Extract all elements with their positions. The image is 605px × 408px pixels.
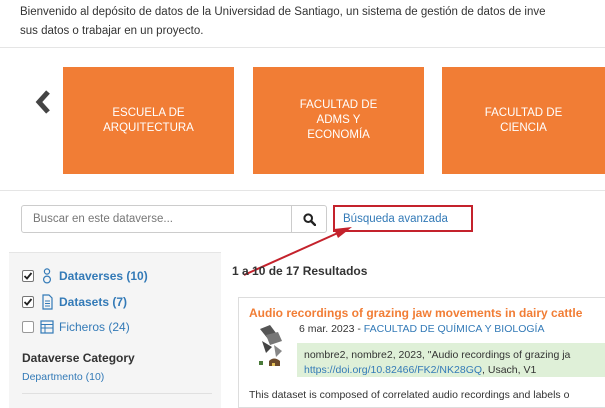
search-icon (302, 212, 316, 226)
result-card: Audio recordings of grazing jaw movement… (238, 297, 605, 408)
result-meta: 6 mar. 2023 - FACULTAD DE QUÍMICA Y BIOL… (299, 323, 544, 335)
facet-label: Ficheros (24) (59, 320, 130, 334)
search-input[interactable] (21, 205, 292, 233)
divider (0, 190, 605, 191)
results-count: 1 a 10 de 17 Resultados (232, 264, 368, 278)
tile-label: FACULTAD DE CIENCIA (484, 106, 563, 134)
dataset-thumbnail (259, 325, 282, 366)
facet-files[interactable]: Ficheros (24) (22, 318, 130, 336)
tile-label: ESCUELA DE ARQUITECTURA (103, 106, 194, 134)
result-affiliation-link[interactable]: FACULTAD DE QUÍMICA Y BIOLOGÍA (364, 323, 545, 335)
chevron-left-icon (35, 90, 50, 114)
intro-text: Bienvenido al depósito de datos de la Un… (20, 3, 605, 41)
result-description: This dataset is composed of correlated a… (249, 389, 570, 401)
checkbox-checked[interactable] (22, 270, 34, 282)
file-icon (40, 319, 54, 335)
result-title-link[interactable]: Audio recordings of grazing jaw movement… (249, 306, 605, 320)
citation-text: nombre2, nombre2, 2023, "Audio recording… (304, 349, 571, 361)
carousel-prev-button[interactable] (33, 89, 53, 115)
checkbox-unchecked[interactable] (22, 321, 34, 333)
carousel-tile-facultad-adms-economia[interactable]: FACULTAD DE ADMS Y ECONOMÍA (253, 67, 424, 174)
dataset-icon (40, 294, 54, 310)
dataverse-icon (40, 268, 54, 284)
facet-dataverses[interactable]: Dataverses (10) (22, 267, 148, 285)
search-button[interactable] (291, 205, 327, 233)
carousel-tile-escuela-arquitectura[interactable]: ESCUELA DE ARQUITECTURA (63, 67, 234, 174)
facet-datasets[interactable]: Datasets (7) (22, 293, 127, 311)
intro-line-1: Bienvenido al depósito de datos de la Un… (20, 6, 546, 18)
intro-line-2: sus datos o trabajar en un proyecto. (20, 25, 204, 37)
divider (22, 393, 212, 394)
doi-link[interactable]: https://doi.org/10.82466/FK2/NK28GQ (304, 364, 482, 376)
advanced-search-link[interactable]: Búsqueda avanzada (333, 205, 473, 232)
citation-box: nombre2, nombre2, 2023, "Audio recording… (297, 343, 605, 377)
facet-label: Datasets (7) (59, 295, 128, 309)
divider (0, 47, 605, 48)
facet-label: Dataverses (10) (59, 269, 148, 283)
carousel-tile-facultad-ciencia[interactable]: FACULTAD DE CIENCIA (442, 67, 605, 174)
category-item-departmento[interactable]: Departmento (10) (22, 371, 104, 383)
tile-label: FACULTAD DE ADMS Y ECONOMÍA (299, 99, 378, 141)
checkbox-checked[interactable] (22, 296, 34, 308)
category-title: Dataverse Category (22, 351, 135, 365)
advanced-search-label: Búsqueda avanzada (343, 212, 448, 225)
result-date: 6 mar. 2023 - (299, 323, 364, 335)
citation-tail: , Usach, V1 (482, 364, 537, 376)
